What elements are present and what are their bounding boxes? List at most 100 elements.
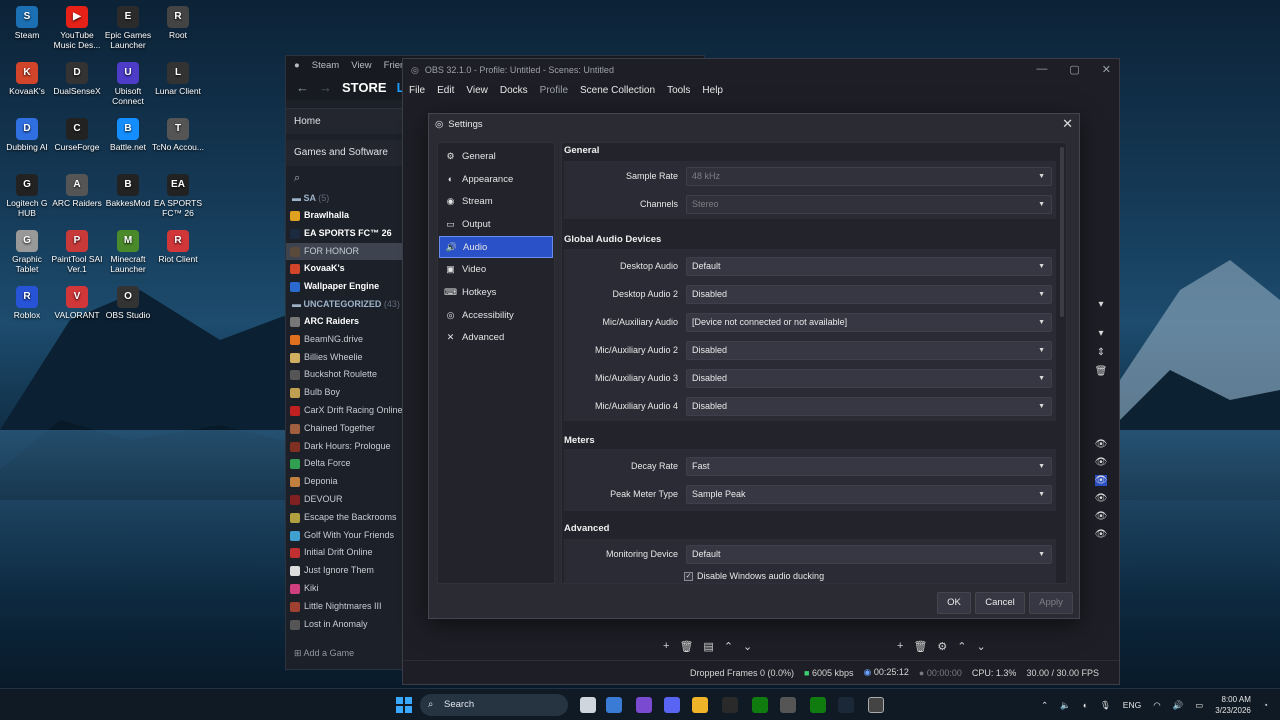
desktop-icon-painttool-sai-ver-1[interactable]: P PaintTool SAI Ver.1 <box>50 230 104 274</box>
clock[interactable]: 8:00 AM 3/23/2026 <box>1215 694 1251 716</box>
eye-icon[interactable]: 👁 <box>1095 529 1108 540</box>
desktop-icon-ea-sports-fc-26[interactable]: EA EA SPORTS FC™ 26 <box>151 174 205 218</box>
library-item[interactable]: Kiki <box>286 580 402 598</box>
move-up-icon[interactable]: ⌃ <box>724 640 733 653</box>
discord-icon[interactable] <box>664 697 680 713</box>
library-item[interactable]: Initial Drift Online <box>286 544 402 562</box>
app-icon[interactable] <box>722 697 738 713</box>
library-item[interactable]: Wallpaper Engine <box>286 278 402 296</box>
add-game-button[interactable]: ⊞ Add a Game <box>294 648 354 659</box>
desktop-icon-bakkesmod[interactable]: B BakkesMod <box>101 174 155 208</box>
library-item[interactable]: CarX Drift Racing Online <box>286 402 402 420</box>
scrollbar[interactable] <box>1060 147 1064 317</box>
library-item[interactable]: Escape the Backrooms <box>286 509 402 527</box>
dropdown-arrow-icon[interactable]: ▾ <box>1098 328 1103 339</box>
steam-menu-steam[interactable]: Steam <box>312 60 339 71</box>
library-item[interactable]: Little Nightmares III <box>286 598 402 616</box>
language-indicator[interactable]: ENG <box>1123 700 1141 710</box>
library-item[interactable]: DEVOUR <box>286 491 402 509</box>
channels-select[interactable]: Stereo ▼ <box>686 195 1052 214</box>
desktop-icon-logitech-g-hub[interactable]: G Logitech G HUB <box>0 174 54 218</box>
app-icon[interactable] <box>636 697 652 713</box>
library-item[interactable]: BeamNG.drive <box>286 331 402 349</box>
library-group-sa[interactable]: ▬ SA (5) <box>286 190 402 207</box>
settings-nav-hotkeys[interactable]: ⌨ Hotkeys <box>439 281 553 304</box>
desktop-icon-obs-studio[interactable]: O OBS Studio <box>101 286 155 320</box>
desktop-icon-root[interactable]: R Root <box>151 6 205 40</box>
explorer-icon[interactable] <box>692 697 708 713</box>
desktop-icon-ubisoft-connect[interactable]: U Ubisoft Connect <box>101 62 155 106</box>
gear-icon[interactable]: ⚙ <box>937 640 947 653</box>
sample-rate-select[interactable]: 48 kHz ▼ <box>686 167 1052 186</box>
ducking-checkbox-row[interactable]: ✓ Disable Windows audio ducking <box>684 571 824 581</box>
decay-rate-select[interactable]: Fast ▼ <box>686 457 1052 476</box>
settings-nav-video[interactable]: ▣ Video <box>439 258 553 281</box>
settings-nav-general[interactable]: ⚙ General <box>439 145 553 168</box>
obs-icon[interactable] <box>868 697 884 713</box>
forward-arrow-icon[interactable]: → <box>319 80 332 95</box>
desktop-icon-dualsensex[interactable]: D DualSenseX <box>50 62 104 96</box>
dropdown-arrow-icon[interactable]: ▾ <box>1098 299 1103 310</box>
menu-file[interactable]: File <box>409 85 425 96</box>
start-icon[interactable] <box>396 697 412 713</box>
move-up-icon[interactable]: ⌃ <box>957 640 966 653</box>
cancel-button[interactable]: Cancel <box>975 592 1025 614</box>
add-icon[interactable]: + <box>663 640 669 652</box>
library-item[interactable]: Buckshot Roulette <box>286 366 402 384</box>
menu-profile[interactable]: Profile <box>540 85 568 96</box>
chevron-up-icon[interactable]: ⌃ <box>1041 700 1048 711</box>
steam-icon[interactable] <box>838 697 854 713</box>
back-arrow-icon[interactable]: ← <box>296 80 309 95</box>
desktop-icon-dubbing-ai[interactable]: D Dubbing AI <box>0 118 54 152</box>
minimize-icon[interactable]: — <box>1036 63 1047 76</box>
speaker-icon[interactable]: 🔈 <box>1060 700 1071 711</box>
settings-nav-accessibility[interactable]: ◎ Accessibility <box>439 304 553 327</box>
device-select[interactable]: Disabled ▼ <box>686 285 1052 304</box>
close-icon[interactable]: ✕ <box>1062 116 1073 132</box>
store-icon[interactable] <box>606 697 622 713</box>
library-group-uncategorized[interactable]: ▬ UNCATEGORIZED (43) <box>286 296 402 313</box>
eye-icon[interactable]: 👁 <box>1095 439 1108 450</box>
maximize-icon[interactable]: ▢ <box>1069 63 1079 76</box>
steam-store-tab[interactable]: STORE <box>342 80 387 95</box>
library-item[interactable]: Deponia <box>286 473 402 491</box>
task-view-icon[interactable] <box>580 697 596 713</box>
trash-icon[interactable]: 🗑 <box>1095 366 1108 377</box>
menu-tools[interactable]: Tools <box>667 85 690 96</box>
desktop-icon-kovaak-s[interactable]: K KovaaK's <box>0 62 54 96</box>
device-select[interactable]: Disabled ▼ <box>686 397 1052 416</box>
device-select[interactable]: Disabled ▼ <box>686 341 1052 360</box>
settings-nav-audio[interactable]: 🔊 Audio <box>439 235 553 259</box>
device-select[interactable]: [Device not connected or not available] ▼ <box>686 313 1052 332</box>
library-item[interactable]: Golf With Your Friends <box>286 527 402 545</box>
library-item[interactable]: Billies Wheelie <box>286 349 402 367</box>
xbox-icon[interactable] <box>810 697 826 713</box>
desktop-icon-curseforge[interactable]: C CurseForge <box>50 118 104 152</box>
filter-icon[interactable]: ▤ <box>703 640 713 653</box>
volume-icon[interactable]: 🔊 <box>1173 700 1184 711</box>
move-down-icon[interactable]: ⌄ <box>743 640 752 653</box>
peak-meter-select[interactable]: Sample Peak ▼ <box>686 485 1052 504</box>
library-item[interactable]: ARC Raiders <box>286 313 402 331</box>
steam-menu-view[interactable]: View <box>351 60 371 71</box>
notification-icon[interactable]: ◔ <box>1263 700 1268 710</box>
brightness-icon[interactable]: ◐ <box>1083 700 1088 710</box>
menu-view[interactable]: View <box>466 85 488 96</box>
library-item[interactable]: KovaaK's <box>286 260 402 278</box>
library-item[interactable]: Delta Force <box>286 455 402 473</box>
up-down-arrows-icon[interactable]: ⇕ <box>1097 347 1105 358</box>
menu-help[interactable]: Help <box>702 85 723 96</box>
eye-icon[interactable]: 👁 <box>1095 457 1108 468</box>
desktop-icon-lunar-client[interactable]: L Lunar Client <box>151 62 205 96</box>
move-down-icon[interactable]: ⌄ <box>977 640 986 653</box>
desktop-icon-roblox[interactable]: R Roblox <box>0 286 54 320</box>
ducking-checkbox[interactable]: ✓ <box>684 571 693 581</box>
library-item[interactable]: Just Ignore Them <box>286 562 402 580</box>
settings-icon[interactable] <box>780 697 796 713</box>
desktop-icon-tcno-accou[interactable]: T TcNo Accou... <box>151 118 205 152</box>
desktop-icon-battle-net[interactable]: B Battle.net <box>101 118 155 152</box>
library-item[interactable]: EA SPORTS FC™ 26 <box>286 225 402 243</box>
menu-edit[interactable]: Edit <box>437 85 454 96</box>
settings-nav-appearance[interactable]: ◐ Appearance <box>439 168 553 191</box>
desktop-icon-steam[interactable]: S Steam <box>0 6 54 40</box>
